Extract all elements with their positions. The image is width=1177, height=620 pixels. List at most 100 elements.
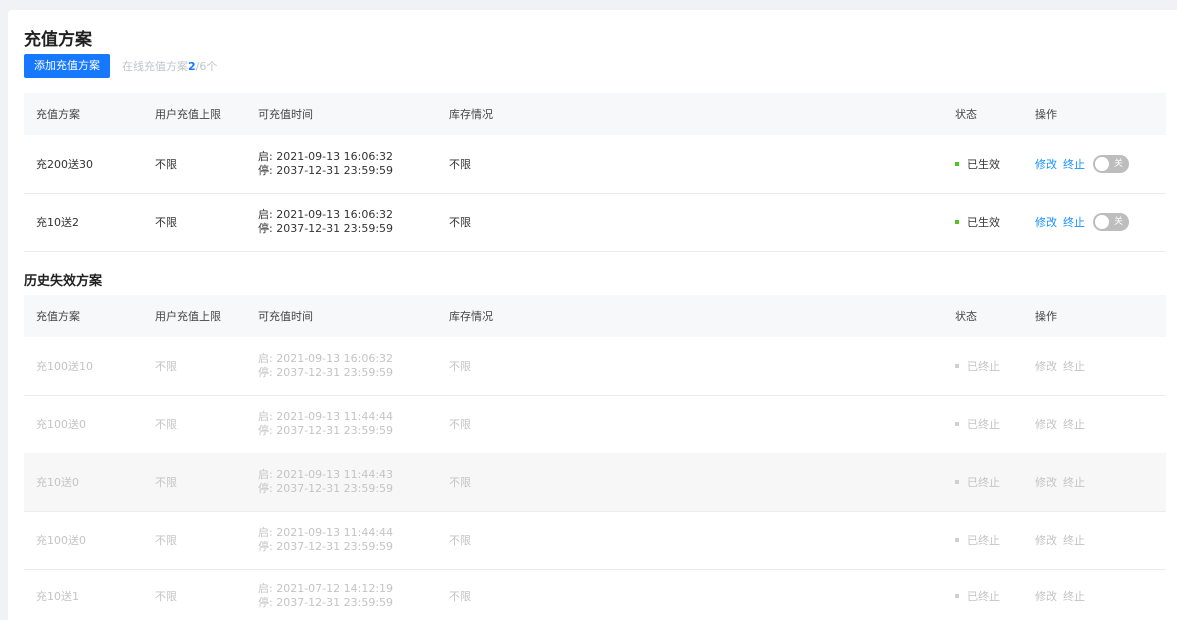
status-badge: 已终止 [967, 418, 1000, 431]
user-limit: 不限 [155, 158, 177, 171]
status-dot-icon [955, 422, 959, 426]
column-header-actions: 操作 [1035, 108, 1057, 121]
column-header-status: 状态 [955, 310, 977, 323]
start-time: 启: 2021-09-13 11:44:44 [258, 526, 394, 539]
stock: 不限 [449, 158, 471, 171]
column-header-time: 可充值时间 [258, 108, 313, 121]
online-count-label: 在线充值方案 [122, 60, 188, 73]
user-limit: 不限 [155, 418, 177, 431]
status-badge: 已生效 [967, 216, 1000, 229]
column-header-plan: 充值方案 [36, 108, 80, 121]
table-row: 充100送0 不限 启: 2021-09-13 11:44:44 停: 2037… [24, 395, 1166, 454]
status-badge: 已终止 [967, 476, 1000, 489]
plan-name: 充100送0 [36, 418, 86, 431]
end-time: 停: 2037-12-31 23:59:59 [258, 366, 394, 379]
stock: 不限 [449, 360, 471, 373]
start-time: 启: 2021-09-13 11:44:43 [258, 468, 394, 481]
enable-toggle[interactable]: 关 [1093, 155, 1129, 173]
user-limit: 不限 [155, 534, 177, 547]
table-row: 充10送1 不限 启: 2021-07-12 14:12:19 停: 2037-… [24, 569, 1166, 620]
row-actions: 修改 终止 [1035, 569, 1091, 620]
terminate-link[interactable]: 终止 [1063, 214, 1085, 230]
status-badge: 已终止 [967, 534, 1000, 547]
row-actions: 修改 终止 [1035, 337, 1091, 395]
end-time: 停: 2037-12-31 23:59:59 [258, 222, 394, 235]
table-row: 充10送2 不限 启: 2021-09-13 16:06:32 停: 2037-… [24, 193, 1166, 252]
status: 已生效 [955, 135, 1000, 193]
user-limit: 不限 [155, 216, 177, 229]
table-row: 充10送0 不限 启: 2021-09-13 11:44:43 停: 2037-… [24, 453, 1166, 512]
plan-name: 充10送1 [36, 590, 79, 603]
stock: 不限 [449, 216, 471, 229]
plan-name: 充10送0 [36, 476, 79, 489]
edit-link: 修改 [1035, 418, 1057, 431]
plan-name: 充200送30 [36, 158, 93, 171]
status-dot-icon [955, 538, 959, 542]
plan-name: 充10送2 [36, 216, 79, 229]
status-badge: 已生效 [967, 158, 1000, 171]
status-dot-icon [955, 480, 959, 484]
toggle-knob [1095, 157, 1109, 171]
row-actions: 修改 终止 [1035, 453, 1091, 511]
table-header: 充值方案 用户充值上限 可充值时间 库存情况 状态 操作 [24, 295, 1166, 337]
start-time: 启: 2021-09-13 16:06:32 [258, 208, 394, 221]
row-actions: 修改 终止 关 [1035, 193, 1129, 251]
plan-name: 充100送0 [36, 534, 86, 547]
edit-link[interactable]: 修改 [1035, 156, 1057, 172]
column-header-status: 状态 [955, 108, 977, 121]
end-time: 停: 2037-12-31 23:59:59 [258, 164, 394, 177]
status-dot-icon [955, 162, 959, 166]
status: 已终止 [955, 337, 1000, 395]
edit-link: 修改 [1035, 534, 1057, 547]
start-time: 启: 2021-07-12 14:12:19 [258, 582, 394, 595]
toolbar: 添加充值方案 在线充值方案2/6个 [24, 54, 217, 78]
status-dot-icon [955, 364, 959, 368]
edit-link: 修改 [1035, 590, 1057, 603]
row-actions: 修改 终止 [1035, 395, 1091, 453]
column-header-plan: 充值方案 [36, 310, 80, 323]
page-title: 充值方案 [24, 30, 92, 50]
stock: 不限 [449, 476, 471, 489]
table-row: 充100送10 不限 启: 2021-09-13 16:06:32 停: 203… [24, 337, 1166, 396]
table-row: 充100送0 不限 启: 2021-09-13 11:44:44 停: 2037… [24, 511, 1166, 570]
edit-link: 修改 [1035, 476, 1057, 489]
status-badge: 已终止 [967, 360, 1000, 373]
status: 已终止 [955, 453, 1000, 511]
end-time: 停: 2037-12-31 23:59:59 [258, 596, 394, 609]
status-dot-icon [955, 220, 959, 224]
online-count-total: 6个 [199, 60, 218, 73]
plan-name: 充100送10 [36, 360, 93, 373]
start-time: 启: 2021-09-13 16:06:32 [258, 150, 394, 163]
table-header: 充值方案 用户充值上限 可充值时间 库存情况 状态 操作 [24, 93, 1166, 135]
user-limit: 不限 [155, 590, 177, 603]
column-header-actions: 操作 [1035, 310, 1057, 323]
status: 已终止 [955, 569, 1000, 620]
recharge-time: 启: 2021-09-13 11:44:44 停: 2037-12-31 23:… [258, 395, 393, 453]
user-limit: 不限 [155, 476, 177, 489]
status: 已生效 [955, 193, 1000, 251]
status: 已终止 [955, 511, 1000, 569]
column-header-time: 可充值时间 [258, 310, 313, 323]
enable-toggle[interactable]: 关 [1093, 213, 1129, 231]
start-time: 启: 2021-09-13 11:44:44 [258, 410, 394, 423]
column-header-limit: 用户充值上限 [155, 108, 221, 121]
edit-link[interactable]: 修改 [1035, 214, 1057, 230]
recharge-time: 启: 2021-09-13 16:06:32 停: 2037-12-31 23:… [258, 135, 393, 193]
terminate-link: 终止 [1063, 360, 1085, 373]
recharge-time: 启: 2021-07-12 14:12:19 停: 2037-12-31 23:… [258, 569, 393, 620]
column-header-limit: 用户充值上限 [155, 310, 221, 323]
row-actions: 修改 终止 关 [1035, 135, 1129, 193]
column-header-stock: 库存情况 [449, 310, 493, 323]
stock: 不限 [449, 418, 471, 431]
status: 已终止 [955, 395, 1000, 453]
start-time: 启: 2021-09-13 16:06:32 [258, 352, 394, 365]
recharge-plans-panel: 充值方案 添加充值方案 在线充值方案2/6个 充值方案 用户充值上限 可充值时间… [8, 10, 1177, 620]
status-badge: 已终止 [967, 590, 1000, 603]
terminate-link: 终止 [1063, 534, 1085, 547]
terminate-link[interactable]: 终止 [1063, 156, 1085, 172]
toggle-label: 关 [1113, 217, 1123, 227]
end-time: 停: 2037-12-31 23:59:59 [258, 482, 394, 495]
online-count-current: 2 [188, 60, 196, 73]
add-recharge-plan-button[interactable]: 添加充值方案 [24, 54, 110, 78]
recharge-time: 启: 2021-09-13 11:44:44 停: 2037-12-31 23:… [258, 511, 393, 569]
